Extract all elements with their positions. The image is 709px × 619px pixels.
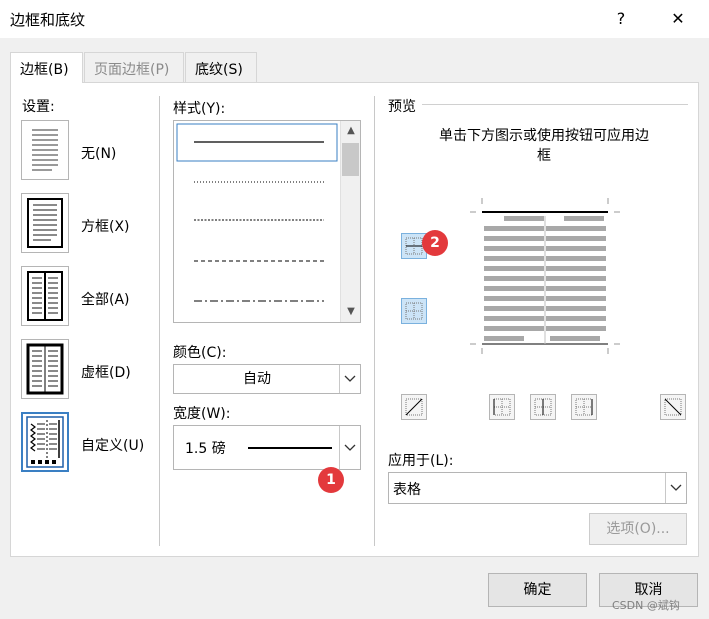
- divider-left: [159, 96, 160, 546]
- tab-page-border[interactable]: 页面边框(P): [84, 52, 184, 82]
- annotation-badge-2: 2: [422, 230, 448, 256]
- dialog-title: 边框和底纹: [10, 11, 86, 29]
- tab-shading[interactable]: 底纹(S): [185, 52, 257, 82]
- setting-none-label[interactable]: 无(N): [81, 143, 116, 163]
- bottom-border-button[interactable]: [401, 298, 427, 324]
- right-border-button[interactable]: [571, 394, 597, 420]
- inside-vertical-border-button[interactable]: [530, 394, 556, 420]
- settings-heading: 设置:: [22, 99, 55, 115]
- border-vertical-icon: [534, 398, 552, 416]
- apply-to-combo[interactable]: 表格: [388, 472, 687, 504]
- setting-custom-tile[interactable]: [21, 412, 69, 472]
- diagonal-down-border-button[interactable]: [401, 394, 427, 420]
- annotation-badge-1: 1: [318, 467, 344, 493]
- style-heading: 样式(Y):: [173, 101, 226, 117]
- setting-all-label[interactable]: 全部(A): [81, 289, 130, 309]
- width-combo[interactable]: 1.5 磅: [173, 425, 361, 470]
- width-value: 1.5 磅: [185, 441, 226, 457]
- chevron-down-icon[interactable]: [339, 365, 360, 393]
- ok-button[interactable]: 确定: [488, 573, 587, 607]
- border-left-icon: [493, 398, 511, 416]
- title-bar: [0, 0, 709, 38]
- preview-diagram: [470, 198, 620, 354]
- diagonal-up-border-button[interactable]: [660, 394, 686, 420]
- setting-box-label[interactable]: 方框(X): [81, 216, 130, 236]
- border-inner-icon: [405, 302, 423, 320]
- setting-all-tile[interactable]: [21, 266, 69, 326]
- watermark: CSDN @斌钩: [612, 599, 680, 612]
- tab-borders[interactable]: 边框(B): [10, 52, 83, 83]
- scroll-down-icon[interactable]: ▼: [341, 302, 361, 322]
- border-right-icon: [575, 398, 593, 416]
- no-border-icon: [32, 129, 58, 171]
- apply-to-value: 表格: [393, 482, 421, 498]
- divider-right: [374, 96, 375, 546]
- preview-heading: 预览: [388, 99, 416, 115]
- setting-none-tile[interactable]: [21, 120, 69, 180]
- diagonal-down-icon: [664, 398, 682, 416]
- scroll-thumb[interactable]: [342, 143, 359, 176]
- setting-grid-label[interactable]: 虚框(D): [81, 362, 131, 382]
- preview-rule: [422, 104, 688, 105]
- custom-border-icon: [26, 416, 64, 468]
- width-heading: 宽度(W):: [173, 406, 231, 422]
- left-border-button[interactable]: [489, 394, 515, 420]
- options-button[interactable]: 选项(O)...: [589, 513, 687, 545]
- close-button[interactable]: ✕: [663, 6, 693, 32]
- all-borders-icon: [27, 271, 63, 321]
- width-line-sample: [248, 447, 332, 449]
- color-heading: 颜色(C):: [173, 345, 227, 361]
- apply-to-heading: 应用于(L):: [388, 453, 454, 469]
- scroll-up-icon[interactable]: ▲: [341, 121, 361, 141]
- setting-grid-tile[interactable]: [21, 339, 69, 399]
- help-button[interactable]: ?: [606, 6, 636, 32]
- diagonal-up-icon: [405, 398, 423, 416]
- color-combo[interactable]: 自动: [173, 364, 361, 394]
- line-style-list: [176, 123, 338, 302]
- chevron-down-icon[interactable]: [339, 426, 360, 469]
- style-scrollbar[interactable]: ▲ ▼: [340, 121, 360, 322]
- style-listbox[interactable]: ▲ ▼: [173, 120, 361, 323]
- box-border-icon: [27, 198, 63, 248]
- preview-instruction: 单击下方图示或使用按钮可应用边框: [439, 128, 649, 164]
- color-value: 自动: [243, 371, 271, 387]
- grid-border-icon: [26, 343, 64, 395]
- chevron-down-icon[interactable]: [665, 473, 686, 503]
- setting-box-tile[interactable]: [21, 193, 69, 253]
- setting-custom-label[interactable]: 自定义(U): [81, 435, 144, 455]
